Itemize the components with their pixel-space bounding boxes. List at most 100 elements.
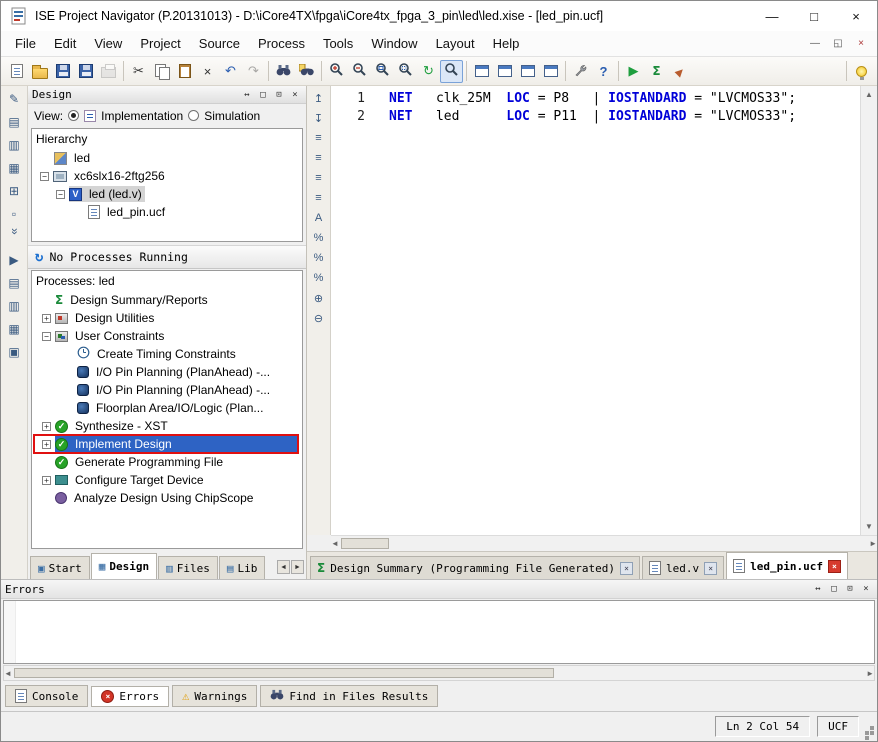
edit-source-icon[interactable]: ✎ [4, 90, 24, 108]
dock-close-icon[interactable]: × [859, 583, 873, 596]
device-view-icon[interactable]: ▦ [4, 159, 24, 177]
settings-button[interactable] [569, 60, 592, 83]
scrollbar-thumb[interactable] [14, 668, 554, 678]
process-row-pin-planning-2[interactable]: I/O Pin Planning (PlanAhead) -... [34, 381, 300, 399]
scroll-down-icon[interactable]: ▼ [865, 518, 873, 535]
snippet-icon[interactable]: ▫ [4, 205, 24, 223]
dock-maximize-icon[interactable]: □ [256, 88, 270, 101]
simulation-radio[interactable] [188, 110, 199, 121]
tab-led-v[interactable]: led.v × [642, 556, 724, 579]
zoom-out-button[interactable] [348, 60, 371, 83]
minimize-button[interactable]: — [751, 1, 793, 31]
files-view-icon[interactable]: ▥ [4, 136, 24, 154]
undo-button[interactable]: ↶ [219, 60, 242, 83]
impact-launch-button[interactable]: ► [668, 60, 691, 83]
tab-libraries[interactable]: ▤ Lib [219, 556, 266, 579]
tab-start[interactable]: ▣ Start [30, 556, 90, 579]
add-source-icon[interactable]: ⊞ [4, 182, 24, 200]
tab-design[interactable]: ▦ Design [91, 553, 157, 579]
run-strip-icon[interactable]: ▶ [4, 251, 24, 269]
menu-window[interactable]: Window [362, 32, 426, 55]
process-row-synthesize[interactable]: + ✓ Synthesize - XST [34, 417, 300, 435]
scroll-left-icon[interactable]: ◄ [4, 665, 12, 682]
menu-process[interactable]: Process [249, 32, 314, 55]
zoom-full-button[interactable] [371, 60, 394, 83]
dock-float-icon[interactable]: ↔ [811, 583, 825, 596]
code-text[interactable]: NET clk_25M LOC = P8 | IOSTANDARD = "LVC… [375, 86, 860, 535]
float-window-button[interactable] [539, 60, 562, 83]
close-tab-icon[interactable]: × [828, 560, 841, 573]
mdi-restore-icon[interactable]: ◱ [831, 38, 845, 49]
prev-bookmark-icon[interactable]: ↥ [310, 90, 328, 106]
console-grid-icon[interactable]: ▦ [4, 320, 24, 338]
process-row-floorplan[interactable]: Floorplan Area/IO/Logic (Plan... [34, 399, 300, 417]
process-row-timing[interactable]: Create Timing Constraints [34, 345, 300, 363]
indent-icon[interactable]: ≡ [310, 150, 328, 166]
scroll-right-icon[interactable]: ► [869, 535, 877, 552]
dock-dock-icon[interactable]: ⊡ [272, 88, 286, 101]
expand-box-icon[interactable]: + [42, 314, 51, 323]
menu-project[interactable]: Project [131, 32, 189, 55]
collapse-box-icon[interactable]: − [40, 172, 49, 181]
process-grid-icon[interactable]: ▥ [4, 297, 24, 315]
menu-file[interactable]: File [6, 32, 45, 55]
collapse-box-icon[interactable]: − [42, 332, 51, 341]
new-file-button[interactable] [5, 60, 28, 83]
delete-button[interactable]: × [196, 60, 219, 83]
redo-button[interactable]: ↷ [242, 60, 265, 83]
line-tools-icon[interactable]: ≡ [310, 190, 328, 206]
editor-horizontal-scrollbar[interactable]: ◄ ► [331, 535, 877, 551]
zoom-selection-button[interactable] [394, 60, 417, 83]
dock-maximize-icon[interactable]: □ [827, 583, 841, 596]
process-row-constraints[interactable]: − User Constraints [34, 327, 300, 345]
scrollbar-thumb[interactable] [341, 538, 389, 549]
tile-vertical-button[interactable] [516, 60, 539, 83]
syntax-check-icon[interactable]: % [310, 270, 328, 286]
save-button[interactable] [51, 60, 74, 83]
auto-zoom-button[interactable] [440, 60, 463, 83]
process-row-implement[interactable]: + ✓ Implement Design [34, 435, 298, 453]
scroll-left-icon[interactable]: ◄ [331, 535, 339, 552]
process-row-summary[interactable]: Σ Design Summary/Reports [34, 291, 300, 309]
copy-button[interactable] [150, 60, 173, 83]
maximize-button[interactable]: □ [793, 1, 835, 31]
bookmark-list-icon[interactable]: ≡ [310, 130, 328, 146]
tab-find-results[interactable]: Find in Files Results [260, 685, 438, 707]
design-summary-button[interactable]: Σ [645, 60, 668, 83]
cut-button[interactable]: ✂ [127, 60, 150, 83]
menu-tools[interactable]: Tools [314, 32, 362, 55]
expand-box-icon[interactable]: + [42, 422, 51, 431]
close-button[interactable]: × [835, 1, 877, 31]
tree-row-ucf[interactable]: led_pin.ucf [34, 203, 300, 221]
collapse-panel-icon[interactable]: » [5, 227, 23, 247]
menu-layout[interactable]: Layout [427, 32, 484, 55]
close-tab-icon[interactable]: × [620, 562, 633, 575]
print-button[interactable] [97, 60, 120, 83]
tab-design-summary[interactable]: Σ Design Summary (Programming File Gener… [310, 556, 640, 579]
tab-led-pin-ucf[interactable]: led_pin.ucf × [726, 552, 848, 579]
find-in-files-button[interactable] [295, 60, 318, 83]
errors-output[interactable] [3, 600, 875, 664]
implementation-radio[interactable] [68, 110, 79, 121]
refresh-button[interactable]: ↻ [417, 60, 440, 83]
menu-source[interactable]: Source [190, 32, 249, 55]
outdent-icon[interactable]: ≡ [310, 170, 328, 186]
dock-dock-icon[interactable]: ⊡ [843, 583, 857, 596]
process-row-configure[interactable]: + Configure Target Device [34, 471, 300, 489]
expand-box-icon[interactable]: + [42, 440, 51, 449]
scroll-up-icon[interactable]: ▲ [865, 86, 873, 103]
dock-float-icon[interactable]: ↔ [240, 88, 254, 101]
menu-view[interactable]: View [85, 32, 131, 55]
errors-horizontal-scrollbar[interactable]: ◄ ► [3, 665, 875, 681]
tips-button[interactable] [850, 60, 873, 83]
close-tab-icon[interactable]: × [704, 562, 717, 575]
workspace-grid-icon[interactable]: ▣ [4, 343, 24, 361]
tab-errors[interactable]: × Errors [91, 686, 169, 707]
uncomment-icon[interactable]: % [310, 250, 328, 266]
process-row-pin-planning-1[interactable]: I/O Pin Planning (PlanAhead) -... [34, 363, 300, 381]
process-row-utilities[interactable]: + Design Utilities [34, 309, 300, 327]
tree-row-device[interactable]: − xc6slx16-2ftg256 [34, 167, 300, 185]
code-editor[interactable]: 1 2 NET clk_25M LOC = P8 | IOSTANDARD = … [331, 86, 877, 535]
paste-button[interactable] [173, 60, 196, 83]
tree-row-module[interactable]: − V led (led.v) [34, 185, 300, 203]
